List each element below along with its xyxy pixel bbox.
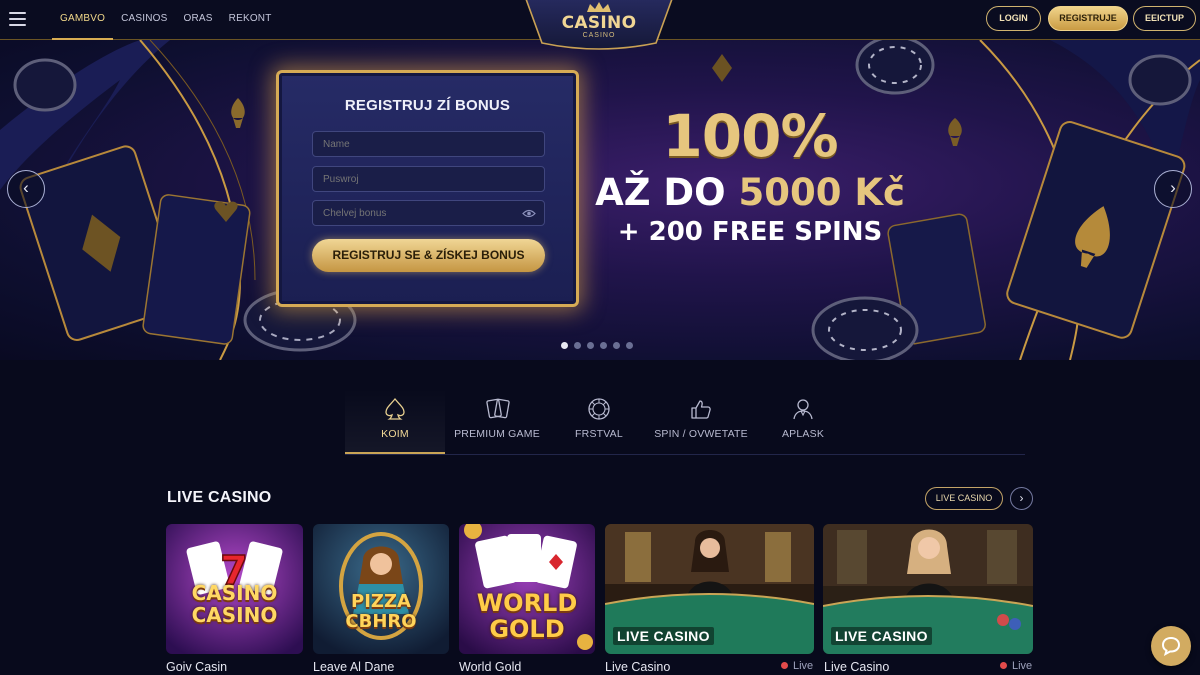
carousel-next-button[interactable]: › [1154,170,1192,208]
game-name: Live Casino [824,660,890,674]
chevron-left-icon: ‹ [23,178,29,197]
game-thumbnail-pizza [313,524,449,654]
main-nav: GAMBVO CASINOS ORAS REKONT [52,0,280,40]
thumb-title-line2: GOLD [489,615,565,643]
carousel-dot[interactable] [574,342,581,349]
game-name: World Gold [459,660,522,674]
nav-item-gambvo[interactable]: GAMBVO [52,0,114,40]
live-dot-icon [781,662,788,669]
promo-amount: 5000 Kč [738,171,905,214]
carousel-dot[interactable] [626,342,633,349]
support-chat-button[interactable] [1151,626,1191,666]
game-tile-casino[interactable]: 7 CASINO CASINO [166,524,303,654]
promo-free-spins: + 200 FREE SPINS [617,217,883,247]
live-status-badge: Live [781,660,813,672]
carousel-prev-button[interactable]: ‹ [7,170,45,208]
nav-item-casinos[interactable]: CASINOS [113,0,175,40]
carousel-dot[interactable] [613,342,620,349]
game-name: Goiv Casin [166,660,228,674]
thumb-title-world-gold: WORLD GOLD [459,590,595,642]
carousel-dot[interactable] [600,342,607,349]
chevron-right-icon: › [1170,178,1176,197]
nav-item-rekont[interactable]: REKONT [221,0,280,40]
eye-icon[interactable] [522,209,536,218]
logo-title: CASINO [561,13,637,33]
login-button[interactable]: LOGIN [986,6,1041,31]
game-name: Live Casino [605,660,671,674]
game-name: Leave Al Dane [313,660,395,674]
carousel-dot[interactable] [561,342,568,349]
carousel-dot[interactable] [587,342,594,349]
game-tile-world-gold[interactable]: WORLD GOLD [459,524,595,654]
thumb-label-live-casino: LIVE CASINO [613,627,714,645]
game-tile-pizza[interactable]: PIZZA CBHRO [313,524,449,654]
thumb-title-line1: WORLD [476,589,578,617]
bonus-code-input[interactable] [312,200,545,226]
cards-icon [486,398,510,419]
live-status-label: Live [1012,660,1033,672]
register-bonus-button[interactable]: REGISTRUJ SE & ZÍSKEJ BONUS [312,239,545,272]
thumb-title-line2: CBHRO [345,611,417,632]
tab-frstval[interactable]: FRSTVAL [549,388,649,454]
game-tile-live-casino-1[interactable]: LIVE CASINO [605,524,814,654]
exit-button[interactable]: EEICTUP [1133,6,1196,31]
chevron-right-icon: › [1019,491,1024,505]
dealer-icon [793,399,813,420]
name-input[interactable] [312,131,545,157]
thumb-title-casino: CASINO CASINO [166,582,303,626]
thumb-title-line1: PIZZA [351,591,411,612]
category-tabs: KOIM PREMIUM GAME FRSTVAL SPIN / OVWETAT… [345,388,1025,455]
game-tile-live-casino-2[interactable]: LIVE CASINO [823,524,1033,654]
roulette-icon [588,398,610,420]
tab-koim[interactable]: KOIM [345,388,445,454]
tab-spin-ovwetate[interactable]: SPIN / OVWETATE [651,388,751,454]
thumb-title-pizza: PIZZA CBHRO [313,592,449,632]
password-input[interactable] [312,166,545,192]
thumb-title-line2: CASINO [191,603,278,627]
promo-amount-line: AŽ DO 5000 Kč [560,171,940,214]
tab-aplask-label: APLASK [781,428,825,440]
live-casino-next-button[interactable]: › [1010,487,1033,510]
thumb-label-live-casino: LIVE CASINO [831,627,932,645]
chat-bubble-icon [1161,636,1181,656]
hero-banner: ‹ › REGISTRUJ ZÍ BONUS REGISTRUJ SE & ZÍ… [0,40,1200,360]
live-status-badge: Live [1000,660,1032,672]
thumbs-up-icon [691,400,711,419]
registration-form-title: REGISTRUJ ZÍ BONUS [344,97,511,114]
live-dot-icon [1000,662,1007,669]
tab-premium-game[interactable]: PREMIUM GAME [447,388,547,454]
spade-icon [385,397,405,420]
thumb-title-line1: CASINO [191,581,278,605]
casino-logo[interactable]: CASINO CASINO [524,0,674,53]
registration-form-card: REGISTRUJ ZÍ BONUS REGISTRUJ SE & ZÍSKEJ… [276,70,579,307]
live-status-label: Live [793,660,814,672]
hamburger-menu-icon[interactable] [9,12,26,26]
live-casino-view-all-button[interactable]: LIVE CASINO [925,487,1003,510]
nav-item-oras[interactable]: ORAS [176,0,221,40]
promo-percent: 100% [662,102,838,170]
carousel-dots [561,342,639,350]
live-casino-section-title: LIVE CASINO [167,489,272,506]
register-button[interactable]: REGISTRUJE [1048,6,1128,31]
logo-subtitle: CASINO [582,32,616,39]
promo-prefix: AŽ DO [595,171,739,214]
tab-aplask[interactable]: APLASK [753,388,853,454]
